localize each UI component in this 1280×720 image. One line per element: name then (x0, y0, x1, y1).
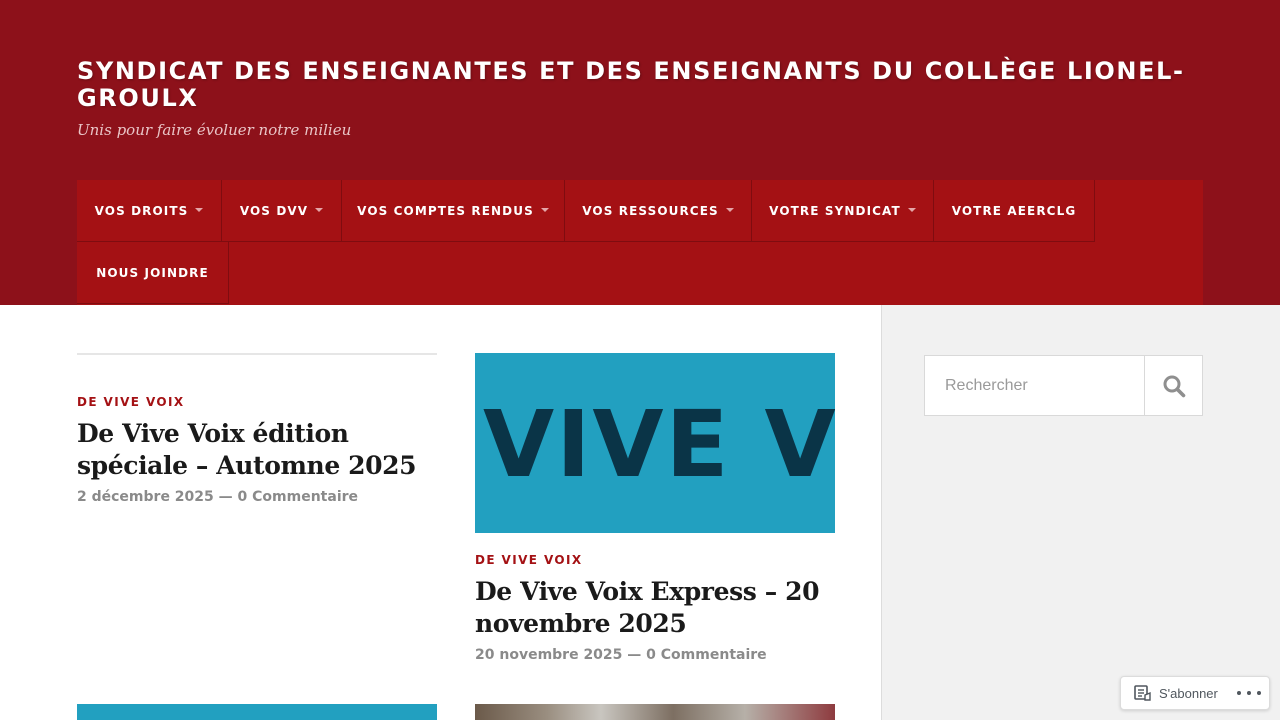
post-date[interactable]: 20 novembre 2025 (475, 647, 622, 663)
meta-separator: — (627, 647, 642, 663)
nav-item-label: Votre syndicat (769, 203, 901, 218)
post-thumbnail[interactable]: VIVE VOIX (475, 353, 835, 533)
meta-separator: — (218, 489, 233, 505)
more-options-button[interactable] (1237, 686, 1261, 700)
post-comments-link[interactable]: 0 Commentaire (646, 647, 766, 663)
subscribe-bar: S'abonner (1120, 676, 1270, 710)
nav-item-label: Nous joindre (96, 265, 209, 280)
nav-item-label: Votre AEERCLG (951, 203, 1077, 218)
ellipsis-dot (1257, 691, 1261, 695)
ellipsis-dot (1247, 691, 1251, 695)
post-title[interactable]: De Vive Voix édition spéciale – Automne … (77, 418, 437, 482)
nav-item-vos-ressources[interactable]: Vos ressources (565, 180, 752, 242)
nav-item-label: Vos droits (94, 203, 189, 218)
search-form (924, 355, 1203, 416)
nav-item-vos-comptes-rendus[interactable]: Vos comptes rendus (342, 180, 565, 242)
caret-down-icon (540, 207, 549, 212)
post-date[interactable]: 2 décembre 2025 (77, 489, 214, 505)
site-tagline: Unis pour faire évoluer notre milieu (77, 121, 352, 139)
caret-down-icon (725, 207, 734, 212)
post-title[interactable]: De Vive Voix Express – 20 novembre 2025 (475, 576, 835, 640)
post-category[interactable]: De Vive Voix (475, 553, 583, 567)
post-meta: 20 novembre 2025 — 0 Commentaire (475, 647, 767, 663)
nav-item-nous-joindre[interactable]: Nous joindre (77, 242, 229, 304)
nav-item-label: Vos comptes rendus (357, 203, 534, 218)
site-title[interactable]: Syndicat des enseignantes et des enseign… (77, 58, 1197, 112)
nav-item-vos-droits[interactable]: Vos droits (77, 180, 222, 242)
post-meta: 2 décembre 2025 — 0 Commentaire (77, 489, 358, 505)
reader-icon (1134, 685, 1151, 701)
caret-down-icon (315, 207, 324, 212)
nav-item-votre-aeerclg[interactable]: Votre AEERCLG (934, 180, 1095, 242)
nav-item-vos-dvv[interactable]: Vos DVV (222, 180, 342, 242)
search-icon (1163, 375, 1185, 397)
search-input[interactable] (925, 356, 1144, 415)
search-button[interactable] (1144, 356, 1202, 415)
post-divider (77, 353, 437, 355)
ellipsis-icon (1237, 691, 1241, 695)
thumbnail-text: VIVE VOIX (483, 391, 835, 498)
post-comments-link[interactable]: 0 Commentaire (238, 489, 358, 505)
nav-item-votre-syndicat[interactable]: Votre syndicat (752, 180, 934, 242)
post-category[interactable]: De Vive Voix (77, 395, 185, 409)
nav-item-label: Vos ressources (582, 203, 719, 218)
nav-item-label: Vos DVV (239, 203, 309, 218)
main-navigation: Vos droits Vos DVV Vos comptes rendus Vo… (77, 180, 1203, 305)
caret-down-icon (195, 207, 204, 212)
post-thumbnail[interactable] (77, 704, 437, 720)
subscribe-button[interactable]: S'abonner (1121, 677, 1218, 709)
subscribe-label: S'abonner (1159, 685, 1218, 701)
post-thumbnail[interactable] (475, 704, 835, 720)
site-header: Syndicat des enseignantes et des enseign… (0, 0, 1280, 305)
caret-down-icon (907, 207, 916, 212)
